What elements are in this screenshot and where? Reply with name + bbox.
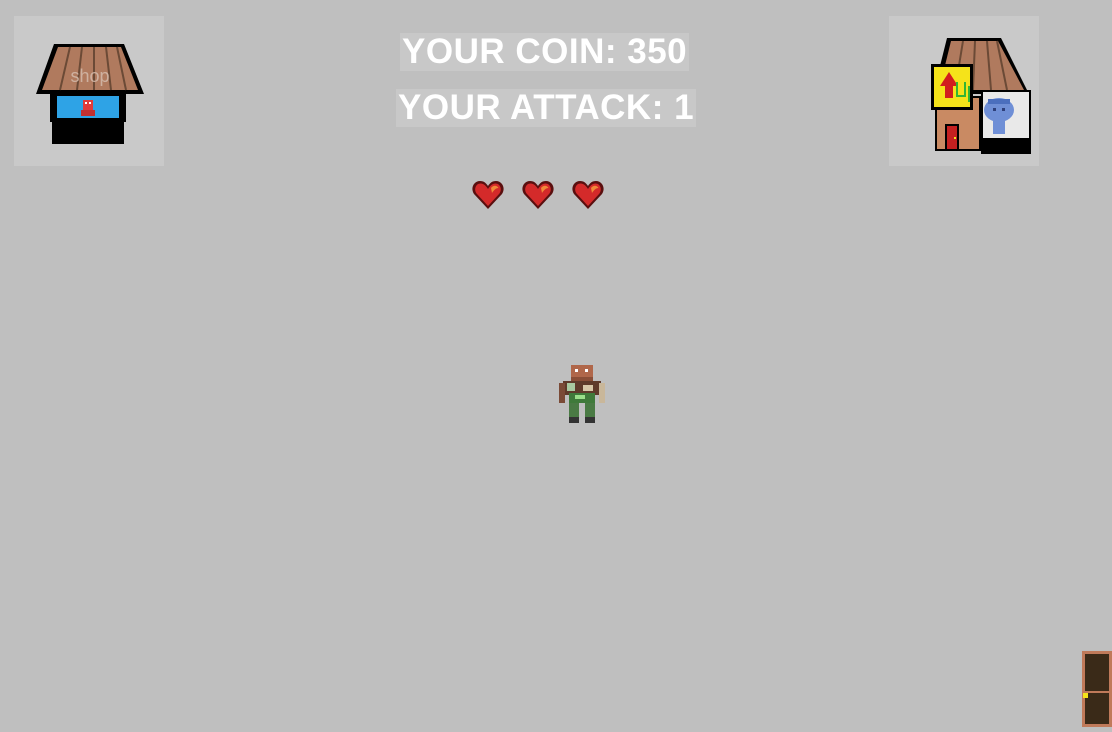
coin-counter: YOUR COIN: 350	[400, 32, 690, 71]
upgrade-building-icon	[931, 38, 1031, 154]
heart-icon	[522, 181, 554, 209]
attack-counter: YOUR ATTACK: 1	[396, 88, 697, 127]
heart-icon	[472, 181, 504, 209]
shop-sign-text: shop	[70, 66, 109, 86]
shop-building[interactable]: shop	[14, 16, 164, 166]
player-sprite	[559, 365, 605, 423]
upgrade-building[interactable]	[889, 16, 1039, 166]
shop-building-icon: shop	[36, 44, 144, 144]
exit-door-icon[interactable]	[1082, 651, 1112, 727]
heart-icon	[572, 181, 604, 209]
